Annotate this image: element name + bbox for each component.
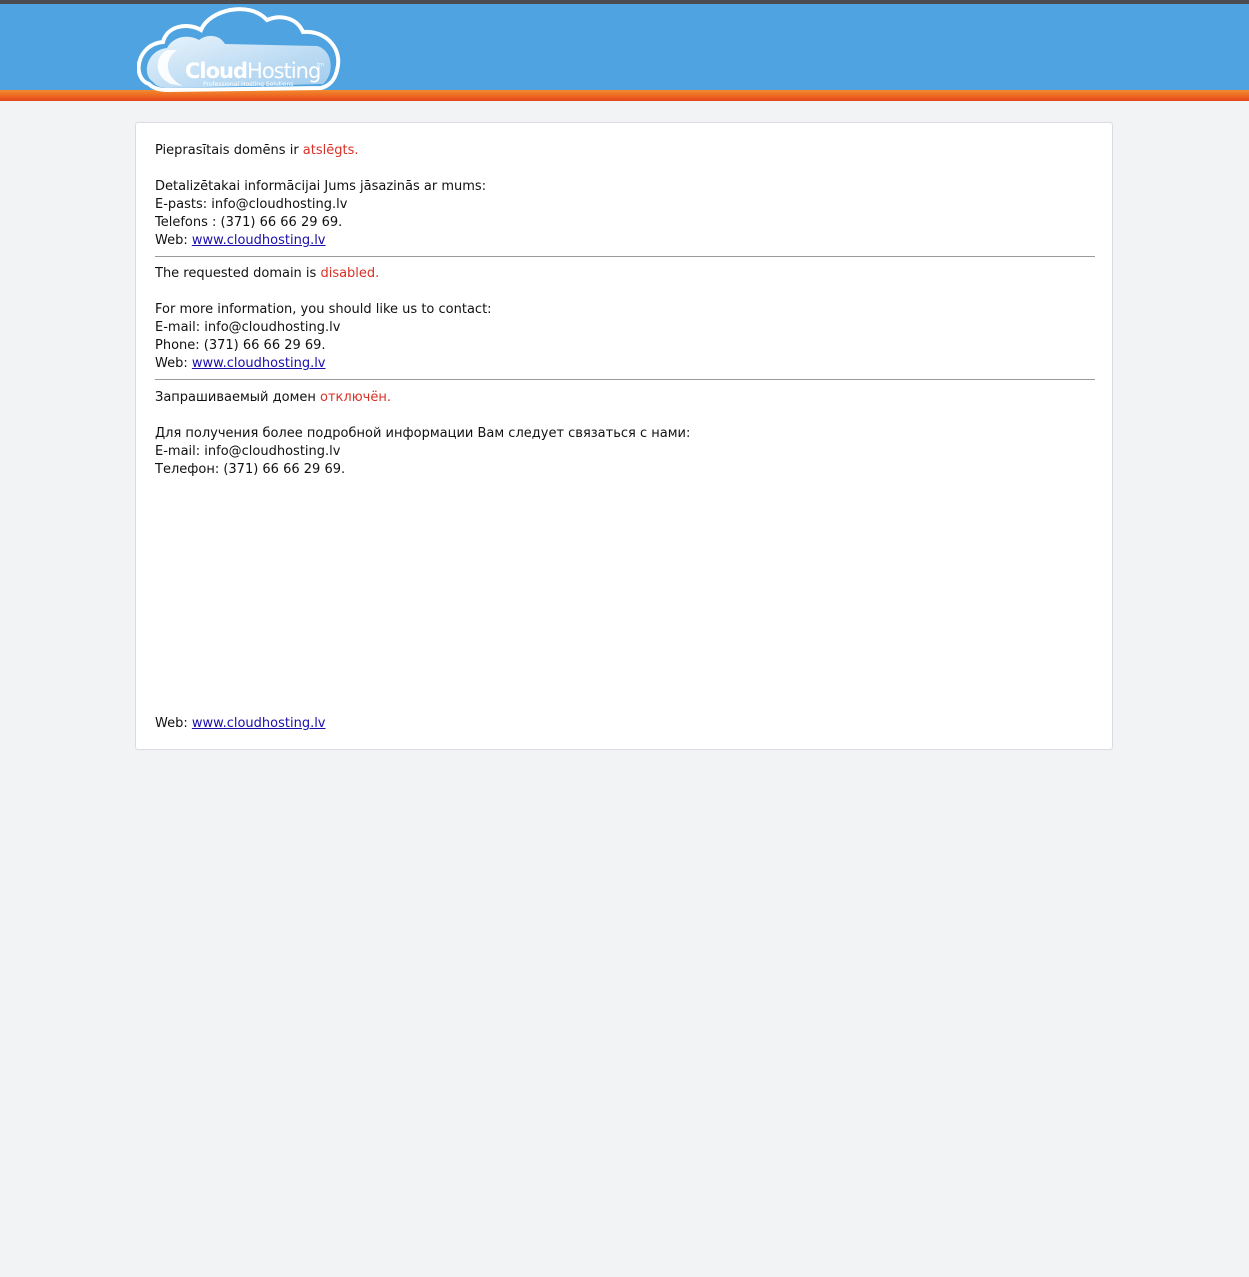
- email-line: E-mail: info@cloudhosting.lv: [155, 320, 341, 335]
- section-latvian: Pieprasītais domēns ir atslēgts. Detaliz…: [155, 142, 1095, 250]
- phone-line: Телефон: (371) 66 66 29 69.: [155, 462, 346, 477]
- cloudhosting-logo[interactable]: CloudHosting tm Professional Hosting Sol…: [137, 4, 343, 94]
- status-line: The requested domain is disabled.: [155, 265, 1095, 283]
- web-label: Web:: [155, 356, 192, 371]
- status-word: disabled.: [320, 266, 380, 281]
- email-line: E-mail: info@cloudhosting.lv: [155, 444, 341, 459]
- logo-tm: tm: [317, 62, 324, 68]
- web-line: Web: www.cloudhosting.lv: [155, 715, 1095, 733]
- logo-text: CloudHosting: [185, 59, 320, 83]
- web-line: Web: www.cloudhosting.lv: [155, 232, 1095, 250]
- status-word: atslēgts.: [302, 143, 359, 158]
- website-link[interactable]: www.cloudhosting.lv: [192, 233, 326, 248]
- section-english: The requested domain is disabled. For mo…: [155, 265, 1095, 373]
- status-text: The requested domain is: [155, 266, 321, 281]
- cloud-logo-icon: CloudHosting tm Professional Hosting Sol…: [137, 7, 341, 93]
- phone-line: Phone: (371) 66 66 29 69.: [155, 338, 326, 353]
- info-line: Detalizētakai informācijai Jums jāsazinā…: [155, 179, 487, 194]
- section-divider: [155, 256, 1095, 257]
- status-word: отключён.: [320, 390, 391, 405]
- status-text: Pieprasītais domēns ir: [155, 143, 303, 158]
- section-russian: Запрашиваемый домен отключён. Для получе…: [155, 389, 1095, 479]
- phone-line: Telefons : (371) 66 66 29 69.: [155, 215, 343, 230]
- web-line: Web: www.cloudhosting.lv: [155, 355, 1095, 373]
- email-line: E-pasts: info@cloudhosting.lv: [155, 197, 348, 212]
- website-link[interactable]: www.cloudhosting.lv: [192, 716, 326, 731]
- section-russian-web: Web: www.cloudhosting.lv: [155, 715, 1095, 733]
- status-line: Pieprasītais domēns ir atslēgts.: [155, 142, 1095, 160]
- info-line: For more information, you should like us…: [155, 302, 492, 317]
- info-line: Для получения более подробной информации…: [155, 426, 691, 441]
- logo-tagline: Professional Hosting Solutions: [203, 81, 293, 88]
- web-label: Web:: [155, 716, 192, 731]
- status-line: Запрашиваемый домен отключён.: [155, 389, 1095, 407]
- website-link[interactable]: www.cloudhosting.lv: [192, 356, 326, 371]
- web-label: Web:: [155, 233, 192, 248]
- message-panel: Pieprasītais domēns ir atslēgts. Detaliz…: [135, 122, 1113, 750]
- section-divider: [155, 379, 1095, 380]
- status-text: Запрашиваемый домен: [155, 390, 321, 405]
